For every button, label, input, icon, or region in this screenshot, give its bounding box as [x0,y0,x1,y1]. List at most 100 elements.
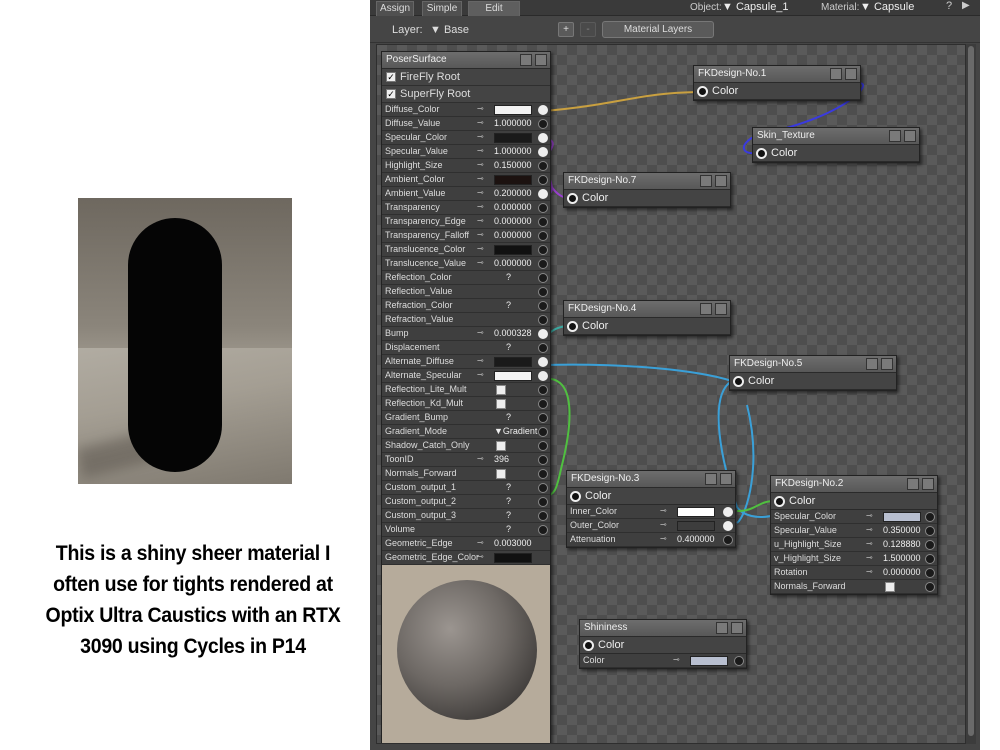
add-layer-button[interactable]: + [558,22,574,37]
collapse-icon[interactable] [716,622,728,634]
checkbox-icon[interactable] [496,399,506,409]
object-select[interactable]: ▼ Capsule_1 [722,1,789,13]
param-row[interactable]: Specular_Value ⊸ 0.350000 [771,524,937,538]
param-value[interactable]: 0.200000 [494,188,532,198]
collapse-icon[interactable] [866,358,878,370]
output-socket-icon[interactable] [583,640,594,651]
color-swatch[interactable] [494,245,532,255]
checkbox-icon[interactable] [496,469,506,479]
param-row[interactable]: v_Highlight_Size ⊸ 1.500000 [771,552,937,566]
preview-toggle-icon[interactable] [881,358,893,370]
color-swatch[interactable] [690,656,728,666]
node-output[interactable]: Color [564,190,730,207]
param-row[interactable]: Reflection_Value [382,285,550,299]
param-row[interactable]: Specular_Value ⊸ 1.000000 [382,145,550,159]
node-header[interactable]: FKDesign-No.7 [564,173,730,190]
input-socket-icon[interactable] [538,119,548,129]
param-row[interactable]: ToonID ⊸ 396 [382,453,550,467]
param-row[interactable]: Translucence_Value ⊸ 0.000000 [382,257,550,271]
param-row[interactable]: Color ⊸ [580,654,746,668]
preview-toggle-icon[interactable] [922,478,934,490]
param-row[interactable]: Attenuation ⊸ 0.400000 [567,533,735,547]
input-socket-icon[interactable] [538,469,548,479]
collapse-icon[interactable] [520,54,532,66]
fkdesign-no2-node[interactable]: FKDesign-No.2 Color Specular_Color ⊸ Specu… [770,475,938,595]
color-swatch[interactable] [677,507,715,517]
preview-toggle-icon[interactable] [715,303,727,315]
param-row[interactable]: Transparency_Edge ⊸ 0.000000 [382,215,550,229]
param-value[interactable]: 0.350000 [883,525,921,535]
node-header[interactable]: Skin_Texture [753,128,919,145]
input-socket-icon[interactable] [925,512,935,522]
shininess-node[interactable]: Shininess Color Color ⊸ [579,619,747,669]
param-value[interactable]: 0.000000 [494,258,532,268]
param-row[interactable]: Specular_Color ⊸ [771,510,937,524]
param-value[interactable]: 0.000000 [494,202,532,212]
checkbox-icon[interactable] [885,582,895,592]
param-row[interactable]: Diffuse_Value ⊸ 1.000000 [382,117,550,131]
param-row[interactable]: Alternate_Specular ⊸ [382,369,550,383]
color-swatch[interactable] [494,371,532,381]
fkdesign-no4-node[interactable]: FKDesign-No.4 Color [563,300,731,336]
param-row[interactable]: Reflection_Color? [382,271,550,285]
expand-arrow-icon[interactable]: ▶ [962,0,970,11]
param-row[interactable]: u_Highlight_Size ⊸ 0.128880 [771,538,937,552]
input-socket-icon[interactable] [925,526,935,536]
input-socket-icon[interactable] [925,568,935,578]
param-row[interactable]: Transparency_Falloff ⊸ 0.000000 [382,229,550,243]
node-output[interactable]: Color [564,318,730,335]
input-socket-icon[interactable] [538,441,548,451]
connected-socket-icon[interactable] [538,147,548,157]
param-row[interactable]: Geometric_Edge_Color ⊸ [382,551,550,565]
shader-canvas[interactable]: PoserSurface ✓ FireFly Root ✓ SuperFly R… [376,44,966,744]
input-socket-icon[interactable] [925,540,935,550]
param-value[interactable]: 0.000328 [494,328,532,338]
connected-socket-icon[interactable] [538,133,548,143]
connected-socket-icon[interactable] [723,507,733,517]
checkbox-icon[interactable] [496,385,506,395]
input-socket-icon[interactable] [538,301,548,311]
param-row[interactable]: Inner_Color ⊸ [567,505,735,519]
param-row[interactable]: Refraction_Value [382,313,550,327]
color-swatch[interactable] [494,133,532,143]
input-socket-icon[interactable] [538,343,548,353]
collapse-icon[interactable] [889,130,901,142]
connected-socket-icon[interactable] [538,189,548,199]
vertical-scrollbar[interactable] [966,44,976,744]
input-socket-icon[interactable] [538,427,548,437]
input-socket-icon[interactable] [538,245,548,255]
poser-surface-node[interactable]: PoserSurface ✓ FireFly Root ✓ SuperFly R… [381,51,551,743]
param-row[interactable]: Normals_Forward [771,580,937,594]
collapse-icon[interactable] [907,478,919,490]
input-socket-icon[interactable] [538,511,548,521]
input-socket-icon[interactable] [734,656,744,666]
output-socket-icon[interactable] [774,496,785,507]
node-header[interactable]: FKDesign-No.1 [694,66,860,83]
output-socket-icon[interactable] [567,193,578,204]
param-row[interactable]: Diffuse_Color ⊸ [382,103,550,117]
input-socket-icon[interactable] [538,231,548,241]
param-row[interactable]: Refraction_Color? [382,299,550,313]
param-row[interactable]: Gradient_Mode ▼Gradient B [382,425,550,439]
param-row[interactable]: Highlight_Size ⊸ 0.150000 [382,159,550,173]
superfly-root-check[interactable]: ✓ SuperFly Root [382,86,550,103]
param-value[interactable]: 396 [494,454,509,464]
input-socket-icon[interactable] [925,554,935,564]
param-value[interactable]: 0.000000 [494,216,532,226]
param-value[interactable]: 1.500000 [883,553,921,563]
param-row[interactable]: Bump ⊸ 0.000328 [382,327,550,341]
input-socket-icon[interactable] [538,483,548,493]
color-swatch[interactable] [883,512,921,522]
skin-texture-node[interactable]: Skin_Texture Color [752,127,920,163]
checkbox-checked-icon[interactable]: ✓ [386,72,396,82]
input-socket-icon[interactable] [925,582,935,592]
connected-socket-icon[interactable] [723,521,733,531]
param-value[interactable]: 1.000000 [494,146,532,156]
color-swatch[interactable] [494,553,532,563]
param-row[interactable]: Normals_Forward [382,467,550,481]
node-output[interactable]: Color [694,83,860,100]
param-value[interactable]: 0.150000 [494,160,532,170]
remove-layer-button[interactable]: - [580,22,596,37]
input-socket-icon[interactable] [538,525,548,535]
input-socket-icon[interactable] [538,455,548,465]
